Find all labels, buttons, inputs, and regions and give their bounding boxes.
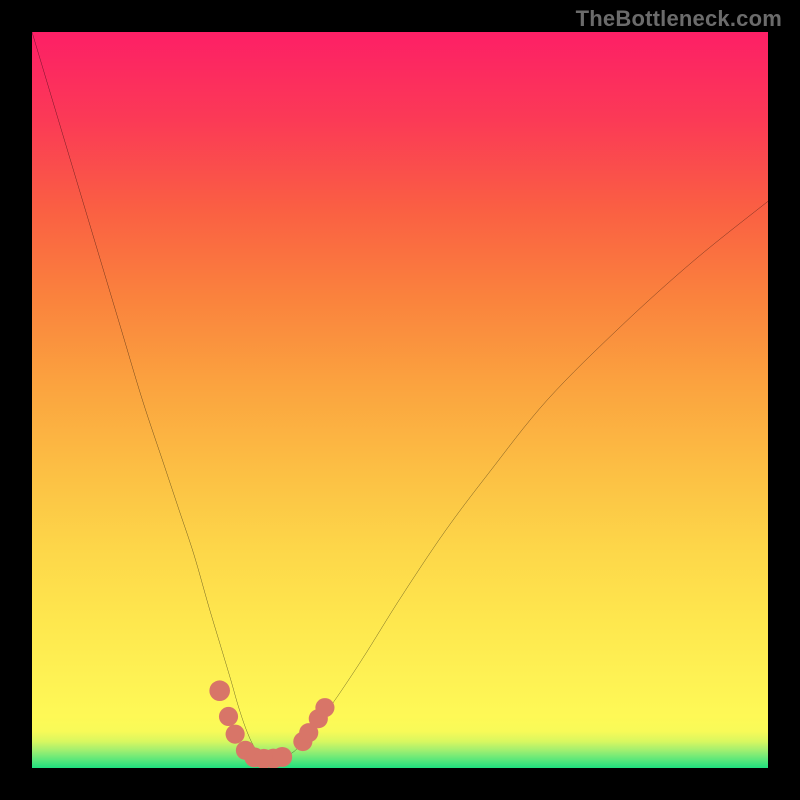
chart-svg xyxy=(32,32,768,768)
plot-area xyxy=(32,32,768,768)
watermark-text: TheBottleneck.com xyxy=(576,6,782,32)
curve-marker xyxy=(272,747,292,767)
chart-frame: TheBottleneck.com xyxy=(0,0,800,800)
curve-marker xyxy=(209,680,230,701)
bottleneck-curve xyxy=(32,32,768,760)
curve-marker xyxy=(219,707,238,726)
marker-group xyxy=(209,680,334,768)
curve-marker xyxy=(226,725,245,744)
curve-marker xyxy=(315,698,334,717)
